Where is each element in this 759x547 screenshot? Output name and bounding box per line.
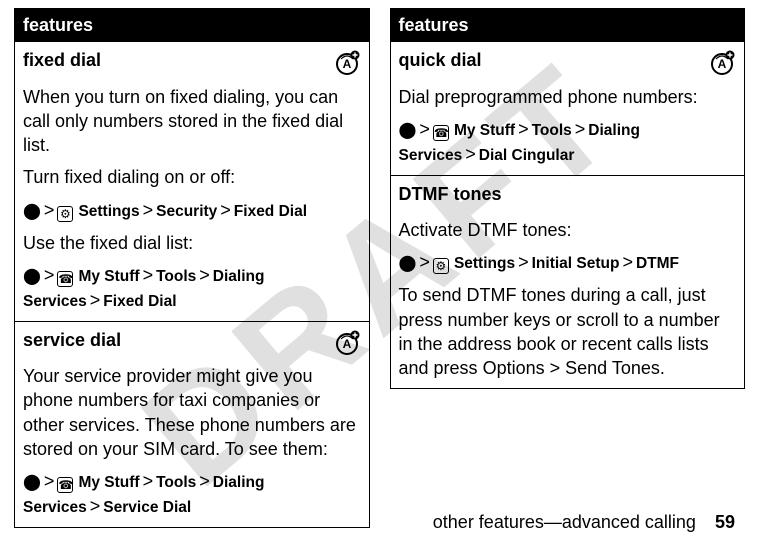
nav-label: Service Dial bbox=[103, 499, 191, 516]
body-text: Use the fixed dial list: bbox=[23, 231, 361, 255]
row-title: DTMF tones bbox=[399, 182, 737, 206]
breadcrumb-separator: > bbox=[41, 265, 58, 285]
body-text: To send DTMF tones during a call, just p… bbox=[399, 283, 737, 380]
footer-text: other features—advanced calling bbox=[433, 512, 696, 532]
row-title: service dial bbox=[23, 328, 361, 352]
page-footer: other features—advanced calling 59 bbox=[433, 512, 735, 533]
right-column: features A quick dial Dial preprogrammed … bbox=[390, 8, 746, 528]
body-text: Activate DTMF tones: bbox=[399, 218, 737, 242]
center-key-icon: ⬤ bbox=[399, 253, 417, 272]
breadcrumb-separator: > bbox=[416, 252, 433, 272]
breadcrumb-separator: > bbox=[462, 144, 479, 164]
svg-text:A: A bbox=[342, 57, 351, 71]
left-table: features A fixed dial When you turn on fi… bbox=[14, 8, 370, 528]
svg-text:A: A bbox=[718, 57, 727, 71]
center-key-icon: ⬤ bbox=[399, 120, 417, 139]
menu-icon: ☎ bbox=[57, 271, 73, 287]
table-cell: DTMF tonesActivate DTMF tones:⬤>⚙ Settin… bbox=[390, 175, 745, 389]
nav-label: Settings bbox=[78, 203, 139, 220]
nav-label: Options bbox=[483, 358, 545, 378]
breadcrumb-separator: > bbox=[87, 290, 104, 310]
nav-label: Settings bbox=[454, 255, 515, 272]
nav-label: DTMF bbox=[636, 255, 679, 272]
nav-label: Send Tones bbox=[565, 358, 660, 378]
breadcrumb-separator: > bbox=[416, 119, 433, 139]
table-cell: A quick dial Dial preprogrammed phone num… bbox=[390, 42, 745, 175]
breadcrumb-separator: > bbox=[41, 200, 58, 220]
nav-label: Initial Setup bbox=[532, 255, 620, 272]
breadcrumb-separator: > bbox=[217, 200, 234, 220]
breadcrumb-separator: > bbox=[515, 252, 532, 272]
nav-path: ⬤>☎ My Stuff>Tools>Dialing Services>Fixe… bbox=[23, 263, 361, 313]
center-key-icon: ⬤ bbox=[23, 472, 41, 491]
center-key-icon: ⬤ bbox=[23, 201, 41, 220]
operator-badge-icon: A bbox=[708, 48, 736, 76]
nav-label: Fixed Dial bbox=[234, 203, 307, 220]
table-header: features bbox=[390, 9, 745, 42]
row-title: fixed dial bbox=[23, 48, 361, 72]
breadcrumb-separator: > bbox=[140, 200, 157, 220]
breadcrumb-separator: > bbox=[87, 496, 104, 516]
body-text: Your service provider might give you pho… bbox=[23, 364, 361, 461]
breadcrumb-separator: > bbox=[196, 471, 213, 491]
nav-label: Tools bbox=[156, 268, 196, 285]
body-text: Dial preprogrammed phone numbers: bbox=[399, 85, 737, 109]
right-table: features A quick dial Dial preprogrammed … bbox=[390, 8, 746, 389]
nav-label: My Stuff bbox=[454, 122, 515, 139]
nav-label: Dial Cingular bbox=[479, 147, 575, 164]
menu-icon: ☎ bbox=[57, 477, 73, 493]
nav-label: Security bbox=[156, 203, 217, 220]
breadcrumb-separator: > bbox=[572, 119, 589, 139]
page-number: 59 bbox=[715, 512, 735, 532]
svg-text:A: A bbox=[342, 337, 351, 351]
nav-label: My Stuff bbox=[78, 474, 139, 491]
menu-icon: ⚙ bbox=[433, 258, 449, 274]
nav-path: ⬤>☎ My Stuff>Tools>Dialing Services>Serv… bbox=[23, 469, 361, 519]
nav-path: ⬤>⚙ Settings>Initial Setup>DTMF bbox=[399, 250, 737, 275]
row-title: quick dial bbox=[399, 48, 737, 72]
breadcrumb-separator: > bbox=[140, 471, 157, 491]
left-column: features A fixed dial When you turn on fi… bbox=[14, 8, 370, 528]
nav-path: ⬤>☎ My Stuff>Tools>Dialing Services>Dial… bbox=[399, 117, 737, 167]
nav-label: Tools bbox=[532, 122, 572, 139]
table-cell: A fixed dial When you turn on fixed diali… bbox=[15, 42, 370, 322]
menu-icon: ⚙ bbox=[57, 206, 73, 222]
nav-label: Tools bbox=[156, 474, 196, 491]
nav-label: My Stuff bbox=[78, 268, 139, 285]
nav-label: Fixed Dial bbox=[103, 293, 176, 310]
operator-badge-icon: A bbox=[333, 328, 361, 356]
breadcrumb-separator: > bbox=[196, 265, 213, 285]
breadcrumb-separator: > bbox=[41, 471, 58, 491]
breadcrumb-separator: > bbox=[619, 252, 636, 272]
table-cell: A service dial Your service provider migh… bbox=[15, 321, 370, 527]
center-key-icon: ⬤ bbox=[23, 266, 41, 285]
body-text: When you turn on fixed dialing, you can … bbox=[23, 85, 361, 158]
nav-path: ⬤>⚙ Settings>Security>Fixed Dial bbox=[23, 198, 361, 223]
two-column-layout: features A fixed dial When you turn on fi… bbox=[0, 0, 759, 528]
body-text: Turn fixed dialing on or off: bbox=[23, 165, 361, 189]
table-header: features bbox=[15, 9, 370, 42]
operator-badge-icon: A bbox=[333, 48, 361, 76]
breadcrumb-separator: > bbox=[140, 265, 157, 285]
menu-icon: ☎ bbox=[433, 125, 449, 141]
breadcrumb-separator: > bbox=[515, 119, 532, 139]
